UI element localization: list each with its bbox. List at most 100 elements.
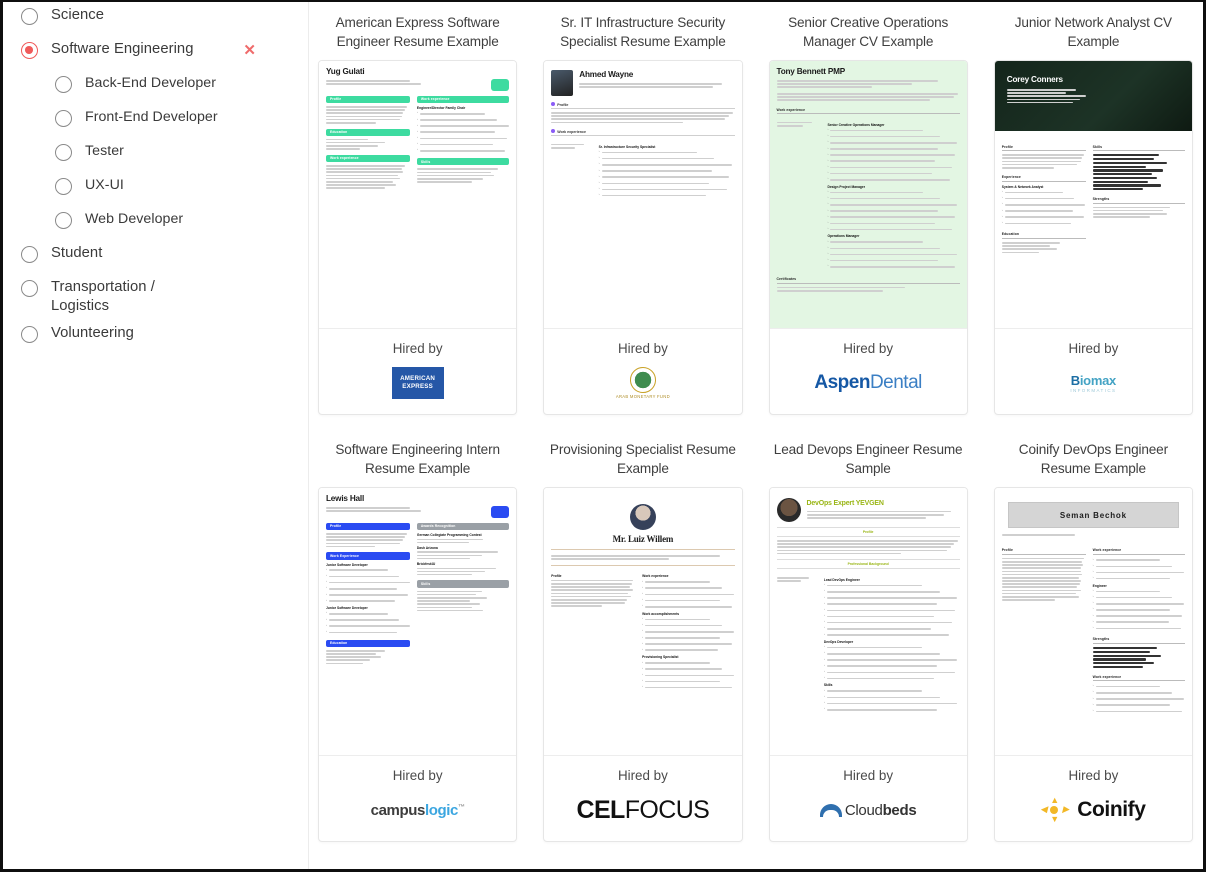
resume-card-body[interactable]: Tony Bennett PMP Work experience Senior Cr…	[768, 60, 968, 415]
coinify-mark-icon: ▲ ▼ ◀ ▶	[1040, 795, 1070, 824]
hired-by-label: Hired by	[617, 341, 668, 356]
sidebar-item-label: Volunteering	[51, 325, 134, 341]
company-logo: ARAB MONETARY FUND	[550, 366, 735, 400]
sidebar-item-label: Back-End Developer	[85, 75, 217, 91]
coinify-logo: ▲ ▼ ◀ ▶ Coinify	[1040, 795, 1146, 824]
campus-a: campus	[370, 801, 426, 819]
resume-card-body[interactable]: Corey Conners Profile Experience System & N…	[993, 60, 1193, 415]
resume-card-title[interactable]: Provisioning Specialist Resume Example	[543, 433, 742, 487]
hired-by-section: Hired by AspenDental	[769, 328, 967, 414]
radio-unselected-icon[interactable]	[21, 326, 38, 343]
clear-filter-icon[interactable]: ✕	[243, 43, 256, 58]
cel-light: FOCUS	[624, 795, 710, 824]
hired-by-section: Hired by campuslogic™	[319, 755, 517, 841]
amex-logo-line1: AMERICAN	[400, 375, 436, 382]
hired-by-label: Hired by	[1068, 768, 1119, 783]
sidebar-item-front-end-developer[interactable]: Front-End Developer	[21, 104, 294, 138]
sidebar-item-science[interactable]: Science	[21, 2, 294, 36]
radio-unselected-icon[interactable]	[55, 212, 72, 229]
resume-card-body[interactable]: Lewis Hall Profile Work Experience Junior S…	[318, 487, 518, 842]
biomax-logo: Biomax INFORMATICS	[1070, 373, 1116, 393]
company-logo: AspenDental	[776, 366, 961, 400]
sidebar-item-ux-ui[interactable]: UX-UI	[21, 172, 294, 206]
resume-preview-thumbnail[interactable]: Yug Gulati Profile Education Work experienc…	[319, 61, 517, 328]
sidebar-item-student[interactable]: Student	[21, 240, 294, 274]
resume-preview-thumbnail[interactable]: Seman BechokProfileWork experienceEngine…	[994, 488, 1192, 755]
category-filter-sidebar: Science Software Engineering ✕ Back-End Dev…	[3, 2, 308, 869]
resume-results-panel: American Express Software Engineer Resum…	[309, 2, 1203, 869]
celfocus-logo: CELFOCUS	[577, 796, 710, 825]
bed-icon	[819, 803, 842, 817]
hired-by-section: Hired by ARAB MONETARY FUND	[544, 328, 742, 414]
resume-card-title[interactable]: American Express Software Engineer Resum…	[318, 6, 517, 60]
hired-by-label: Hired by	[843, 768, 894, 783]
resume-card-title[interactable]: Software Engineering Intern Resume Examp…	[318, 433, 517, 487]
radio-unselected-icon[interactable]	[55, 144, 72, 161]
campuslogic-logo: campuslogic™	[371, 802, 465, 819]
resume-card[interactable]: American Express Software Engineer Resum…	[318, 6, 518, 415]
sidebar-item-label: Science	[51, 7, 104, 23]
sidebar-item-label: Student	[51, 245, 103, 261]
resume-card-body[interactable]: Ahmed Wayne Profile Work experience Sr. Inf…	[543, 60, 743, 415]
radio-unselected-icon[interactable]	[21, 8, 38, 25]
resume-card[interactable]: Junior Network Analyst CV Example Corey C…	[993, 6, 1193, 415]
sidebar-item-web-developer[interactable]: Web Developer	[21, 206, 294, 240]
company-logo: campuslogic™	[325, 793, 510, 827]
radio-unselected-icon[interactable]	[55, 178, 72, 195]
resume-card-title[interactable]: Senior Creative Operations Manager CV Ex…	[769, 6, 968, 60]
sidebar-item-label: Web Developer	[85, 211, 184, 227]
amex-logo-line2: EXPRESS	[402, 383, 433, 390]
hired-by-label: Hired by	[392, 768, 443, 783]
campus-b: logic	[424, 801, 458, 819]
aspen-dental-logo: AspenDental	[814, 372, 922, 394]
cloudbeds-logo: Cloudbeds	[819, 801, 917, 819]
hired-by-label: Hired by	[843, 341, 894, 356]
sidebar-item-label: Transportation / Logistics	[51, 279, 155, 314]
resume-card-body[interactable]: DevOps Expert YEVGEN Profile Professional …	[768, 487, 968, 842]
resume-preview-thumbnail[interactable]: Tony Bennett PMP Work experience Senior Cr…	[769, 61, 967, 328]
resume-card[interactable]: Provisioning Specialist Resume Example Mr…	[543, 433, 743, 842]
hired-by-label: Hired by	[392, 341, 443, 356]
sidebar-item-back-end-developer[interactable]: Back-End Developer	[21, 70, 294, 104]
resume-card[interactable]: Senior Creative Operations Manager CV Ex…	[768, 6, 968, 415]
hired-by-label: Hired by	[617, 768, 668, 783]
radio-unselected-icon[interactable]	[21, 246, 38, 263]
resume-card[interactable]: Coinify DevOps Engineer Resume Example Se…	[993, 433, 1193, 842]
biomax-b: B	[1070, 373, 1080, 388]
resume-card-body[interactable]: Mr. Luiz WillemProfileWork experienceWor…	[543, 487, 743, 842]
company-logo: ▲ ▼ ◀ ▶ Coinify	[1001, 793, 1186, 827]
radio-selected-icon[interactable]	[21, 42, 38, 59]
company-logo: AMERICAN EXPRESS	[325, 366, 510, 400]
resume-card[interactable]: Software Engineering Intern Resume Examp…	[318, 433, 518, 842]
sidebar-item-volunteering[interactable]: Volunteering	[21, 320, 294, 354]
resume-preview-thumbnail[interactable]: Lewis Hall Profile Work Experience Junior S…	[319, 488, 517, 755]
resume-card[interactable]: Lead Devops Engineer Resume Sample DevOps…	[768, 433, 968, 842]
resume-card-body[interactable]: Yug Gulati Profile Education Work experienc…	[318, 60, 518, 415]
resume-preview-thumbnail[interactable]: Corey Conners Profile Experience System & N…	[994, 61, 1192, 328]
sidebar-item-transportation-logistics[interactable]: Transportation / Logistics	[21, 274, 294, 320]
radio-unselected-icon[interactable]	[55, 76, 72, 93]
company-logo: Cloudbeds	[776, 793, 961, 827]
campus-tm: ™	[457, 803, 465, 811]
resume-card-title[interactable]: Sr. IT Infrastructure Security Specialis…	[543, 6, 742, 60]
cloud-a: Cloud	[844, 801, 883, 819]
radio-unselected-icon[interactable]	[21, 280, 38, 297]
resume-preview-thumbnail[interactable]: Ahmed Wayne Profile Work experience Sr. Inf…	[544, 61, 742, 328]
sidebar-item-label: UX-UI	[85, 177, 124, 193]
resume-card-title[interactable]: Lead Devops Engineer Resume Sample	[769, 433, 968, 487]
resume-preview-thumbnail[interactable]: Mr. Luiz WillemProfileWork experienceWor…	[544, 488, 742, 755]
company-logo: CELFOCUS	[550, 793, 735, 827]
resume-preview-thumbnail[interactable]: DevOps Expert YEVGEN Profile Professional …	[769, 488, 967, 755]
biomax-rest: iomax	[1079, 373, 1116, 388]
sidebar-item-label: Front-End Developer	[85, 109, 218, 125]
resume-card-title[interactable]: Coinify DevOps Engineer Resume Example	[994, 433, 1193, 487]
resume-card-body[interactable]: Seman BechokProfileWork experienceEngine…	[993, 487, 1193, 842]
sidebar-item-tester[interactable]: Tester	[21, 138, 294, 172]
resume-card[interactable]: Sr. IT Infrastructure Security Specialis…	[543, 6, 743, 415]
resume-card-title[interactable]: Junior Network Analyst CV Example	[994, 6, 1193, 60]
sidebar-item-software-engineering[interactable]: Software Engineering ✕	[21, 36, 294, 70]
hired-by-section: Hired by ▲ ▼ ◀ ▶ Coinify	[994, 755, 1192, 841]
app-window: Science Software Engineering ✕ Back-End Dev…	[0, 0, 1206, 872]
coinify-name: Coinify	[1077, 798, 1146, 821]
radio-unselected-icon[interactable]	[55, 110, 72, 127]
